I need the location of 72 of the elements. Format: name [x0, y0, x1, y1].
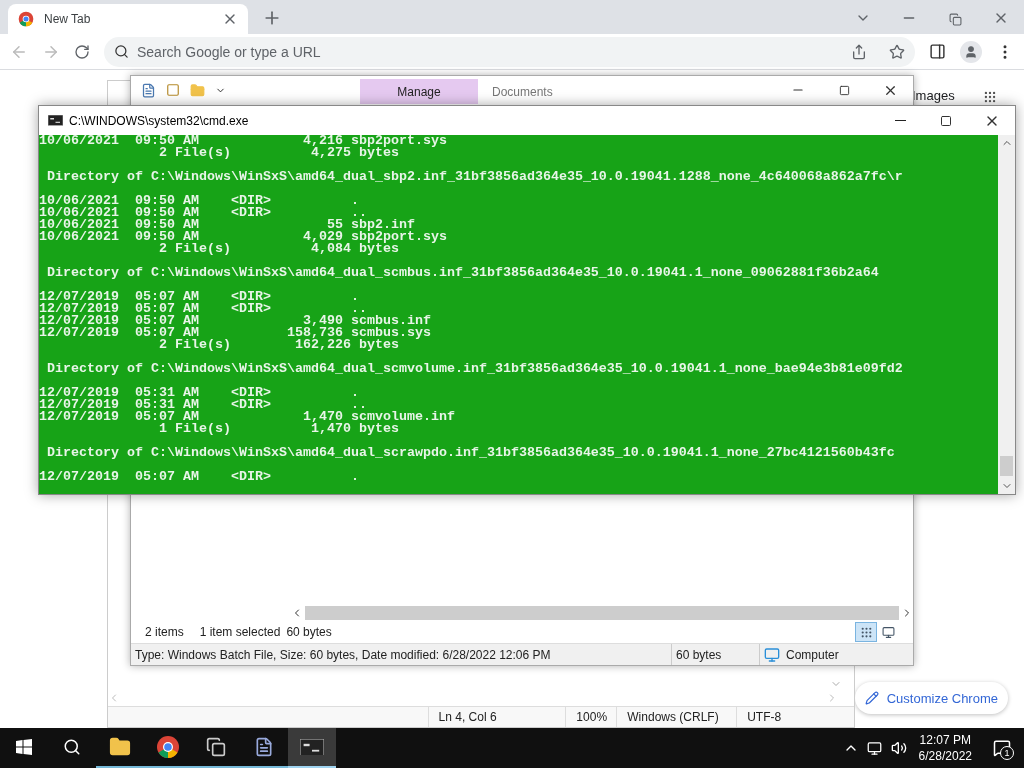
status-text: 100% — [576, 710, 608, 724]
console-line: 10/06/2021 09:50 AM 55 sbp2.inf — [39, 219, 415, 231]
preview-icon — [881, 625, 895, 639]
notepad-icon — [254, 737, 274, 757]
side-panel-icon[interactable] — [929, 43, 946, 60]
search-icon — [63, 738, 81, 756]
console-line: Directory of C:\Windows\WinSxS\amd64_dual_scmvolume.inf_31bf3856ad364e35_10.0.19041.1_none_bae94e3b81e09fd2 — [46, 363, 904, 375]
taskbar-app[interactable] — [288, 728, 336, 768]
selection-size: 60 bytes — [286, 625, 332, 639]
properties-icon[interactable] — [141, 82, 156, 98]
console-line: 12/07/2019 05:31 AM <DIR> .. — [39, 399, 367, 411]
console-line: 12/07/2019 05:07 AM <DIR> . — [39, 291, 360, 303]
customize-chrome-button[interactable]: Customize Chrome — [854, 682, 1008, 714]
notifications-button[interactable]: 1 — [980, 728, 1024, 768]
console-line: Directory of C:\Windows\WinSxS\amd64_dual_scrawpdo.inf_31bf3856ad364e35_10.0.19041.1_none_27bc4121560b43fc — [46, 447, 896, 459]
clock[interactable]: 12:07 PM 6/28/2022 — [910, 732, 980, 764]
status-text: Windows (CRLF) — [627, 710, 719, 724]
scrollbar-thumb[interactable] — [305, 606, 899, 620]
address-placeholder: Search Google or type a URL — [137, 43, 321, 60]
star-icon[interactable] — [889, 43, 905, 60]
file-details: Type: Windows Batch File, Size: 60 bytes, Date modified: 6/28/2022 12:06 PM — [135, 647, 551, 662]
console-line: 12/07/2019 05:07 AM <DIR> . — [39, 471, 360, 483]
clock-date: 6/28/2022 — [918, 748, 972, 764]
reload-icon[interactable] — [74, 43, 90, 60]
console-line: Directory of C:\Windows\WinSxS\amd64_dual_sbp2.inf_31bf3856ad364e35_10.0.19041.1288_none_4c640068a862a7fc\r — [46, 171, 904, 183]
console-line: 2 File(s) 4,084 bytes — [157, 243, 399, 255]
chrome-icon — [156, 735, 180, 759]
console-line: 12/07/2019 05:07 AM <DIR> .. — [39, 303, 367, 315]
maximize-icon — [940, 114, 952, 127]
terminal-icon — [300, 738, 324, 756]
location-text: Computer — [786, 647, 839, 662]
console-line: Directory of C:\Windows\WinSxS\amd64_dual_scmbus.inf_31bf3856ad364e35_10.0.19041.1_none_09062881f36b2a64 — [46, 267, 880, 279]
chrome-icon — [18, 11, 34, 27]
console-line: 1 File(s) 1,470 bytes — [157, 423, 400, 435]
console-line: 10/06/2021 09:50 AM 4,029 sbp2port.sys — [39, 231, 448, 243]
details-view-icon — [859, 625, 873, 639]
status-text: Ln 4, Col 6 — [438, 710, 497, 724]
status-text: UTF-8 — [747, 710, 782, 724]
tab-title: New Tab — [44, 12, 92, 26]
console-line: 10/06/2021 09:50 AM <DIR> . — [39, 195, 360, 207]
window-title: C:\WINDOWS\system32\cmd.exe — [69, 113, 249, 128]
clock-time: 12:07 PM — [919, 732, 971, 748]
view-button[interactable] — [855, 622, 877, 642]
selection-count: 1 item selected — [199, 625, 281, 639]
profile-icon[interactable] — [960, 40, 982, 63]
notification-count: 1 — [1000, 746, 1014, 760]
scrollbar-thumb[interactable] — [1000, 456, 1013, 476]
console-line: 12/07/2019 05:07 AM 3,490 scmbus.inf — [39, 315, 432, 327]
ribbon-tab[interactable]: Documents — [478, 79, 628, 104]
console-line: 10/06/2021 09:50 AM 4,216 sbp2port.sys — [39, 135, 448, 147]
folder-icon — [109, 736, 131, 758]
console-line: 10/06/2021 09:50 AM <DIR> .. — [39, 207, 367, 219]
minimize-icon — [894, 120, 906, 121]
search-icon — [114, 44, 129, 59]
windows-logo-icon — [16, 739, 32, 755]
pencil-icon — [864, 691, 879, 705]
address-field[interactable]: Search Google or type a URL — [104, 36, 915, 67]
console-line: 2 File(s) 4,275 bytes — [157, 147, 399, 159]
computer-icon — [764, 646, 780, 663]
browser-tab[interactable]: New Tab — [8, 4, 248, 34]
item-count: 2 items — [145, 625, 184, 639]
console-line: 12/07/2019 05:07 AM 1,470 scmvolume.inf — [39, 411, 456, 423]
terminal-icon — [48, 115, 63, 126]
maximize-icon — [838, 84, 850, 96]
share-icon[interactable] — [851, 43, 867, 60]
apps-grid-icon[interactable] — [983, 90, 997, 104]
console-line: 2 File(s) 162,226 bytes — [157, 339, 399, 351]
file-size: 60 bytes — [676, 647, 722, 662]
console-line: 12/07/2019 05:31 AM <DIR> . — [39, 387, 360, 399]
console-line: 12/07/2019 05:07 AM 158,736 scmbus.sys — [39, 327, 432, 339]
notifications-icon — [993, 739, 1011, 757]
ribbon-tab[interactable]: Manage — [360, 79, 478, 104]
